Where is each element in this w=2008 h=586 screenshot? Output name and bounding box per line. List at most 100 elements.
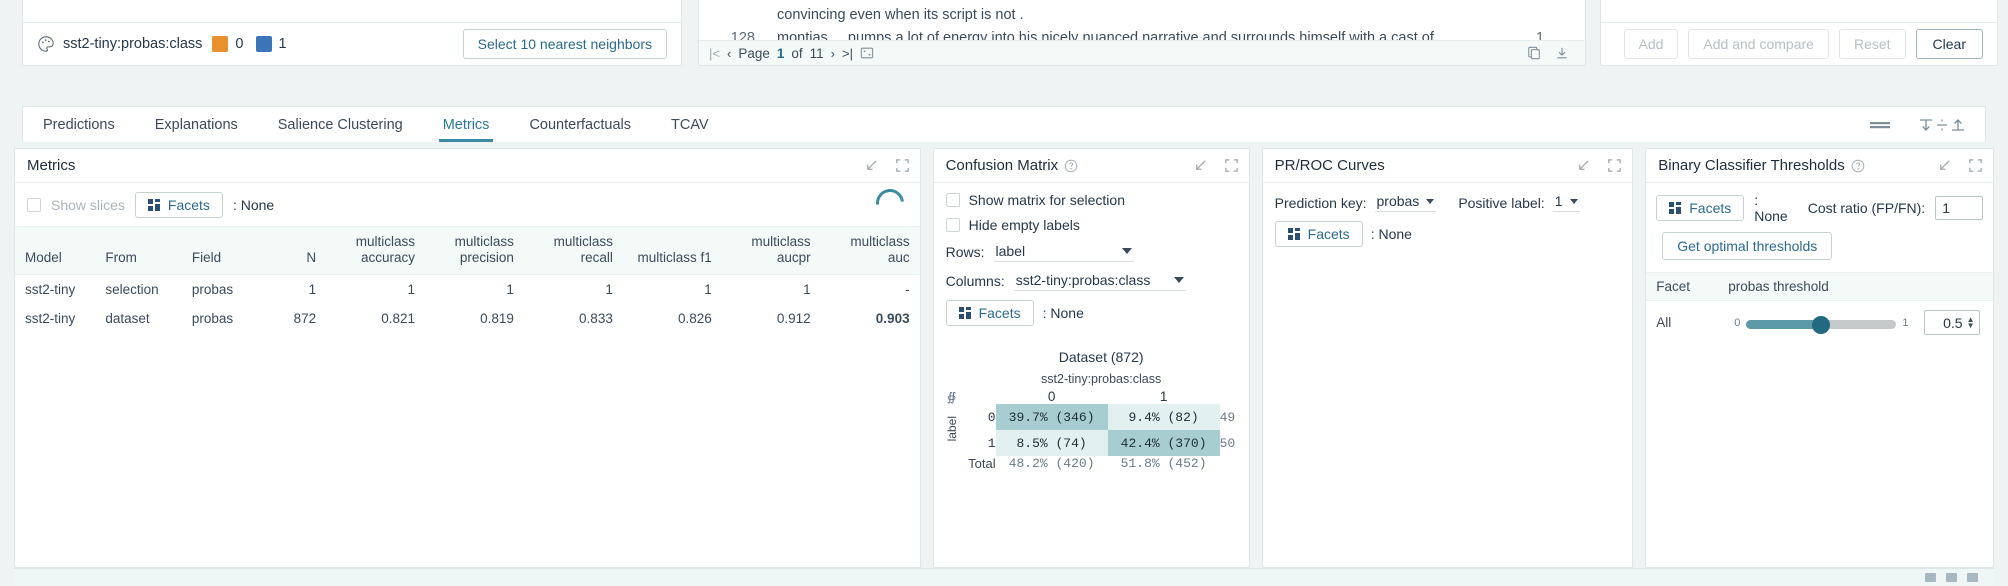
slider-thumb[interactable]: [1812, 316, 1830, 334]
tab-metrics[interactable]: Metrics: [423, 107, 510, 142]
cell-precision: 0.819: [425, 304, 524, 333]
matrix-corner: [962, 389, 996, 404]
facets-label: Facets: [979, 305, 1021, 321]
metrics-toolbar: Show slices Facets : None: [15, 183, 920, 226]
matrix-row-total-0: 49: [1220, 404, 1236, 430]
fullscreen-icon[interactable]: [1607, 158, 1622, 173]
action-button-bar: Add Add and compare Reset Clear: [1601, 22, 1997, 65]
tab-salience-clustering[interactable]: Salience Clustering: [258, 107, 423, 142]
facets-icon: [1288, 228, 1301, 241]
show-matrix-for-selection-label: Show matrix for selection: [969, 192, 1125, 208]
footer-icon-3[interactable]: [1967, 573, 1978, 582]
tab-label: Explanations: [155, 117, 238, 133]
tab-label: Counterfactuals: [529, 117, 631, 133]
cell-n: 1: [262, 275, 326, 305]
rows-select[interactable]: label: [994, 242, 1134, 262]
copy-icon[interactable]: [1527, 46, 1541, 60]
help-icon[interactable]: [1064, 159, 1078, 173]
fullscreen-icon[interactable]: [1224, 158, 1239, 173]
select-nearest-neighbors-button[interactable]: Select 10 nearest neighbors: [463, 29, 667, 59]
last-page-button[interactable]: >|: [842, 46, 853, 61]
collapse-arrow-icon[interactable]: [1576, 158, 1591, 173]
confusion-controls: Show matrix for selection Hide empty lab…: [934, 183, 1249, 339]
cell-accuracy: 1: [326, 275, 425, 305]
confusion-facets-button[interactable]: Facets: [946, 300, 1034, 326]
matrix-cell-0-1[interactable]: 9.4% (82): [1108, 404, 1220, 430]
probas-threshold-slider[interactable]: [1746, 318, 1896, 328]
clear-button[interactable]: Clear: [1916, 29, 1983, 59]
get-optimal-thresholds-button[interactable]: Get optimal thresholds: [1662, 232, 1832, 260]
col-multiclass-auc[interactable]: multiclass auc: [821, 227, 920, 275]
sort-icon: ∯: [947, 390, 956, 404]
table-row[interactable]: convincing even when its script is not .: [699, 4, 1585, 27]
module-tab-bar: Predictions Explanations Salience Cluste…: [22, 106, 1986, 142]
matrix-cell-1-0[interactable]: 8.5% (74): [996, 430, 1108, 456]
example-text: moody , heartbreaking , and filmed in a …: [777, 0, 1505, 2]
prediction-key-select[interactable]: probas: [1375, 193, 1437, 212]
matrix-cell-0-0[interactable]: 39.7% (346): [996, 404, 1108, 430]
col-from[interactable]: From: [95, 227, 182, 275]
threshold-facet-name: All: [1656, 315, 1728, 330]
metrics-facets-button[interactable]: Facets: [135, 192, 223, 218]
sort-toggle[interactable]: ∯: [942, 389, 962, 404]
stepper-down-icon[interactable]: ▼: [1967, 323, 1975, 329]
add-and-compare-button[interactable]: Add and compare: [1688, 29, 1829, 59]
cell-auc: -: [821, 275, 920, 305]
binary-thresholds-panel: Binary Classifier Thresholds: [1645, 148, 1994, 568]
fullscreen-icon[interactable]: [1968, 158, 1983, 173]
tab-counterfactuals[interactable]: Counterfactuals: [509, 107, 651, 142]
cell-pct: 8.5%: [1016, 436, 1047, 451]
columns-select[interactable]: sst2-tiny:probas:class: [1014, 271, 1186, 291]
expand-collapse-icon[interactable]: [1917, 117, 1965, 133]
next-page-button[interactable]: ›: [831, 46, 835, 61]
col-multiclass-accuracy[interactable]: multiclass accuracy: [326, 227, 425, 275]
threshold-value-stepper[interactable]: 0.5 ▲ ▼: [1924, 310, 1980, 335]
tab-explanations[interactable]: Explanations: [135, 107, 258, 142]
help-icon[interactable]: [1851, 159, 1865, 173]
positive-label-select[interactable]: 1: [1553, 193, 1580, 212]
col-field[interactable]: Field: [182, 227, 262, 275]
collapse-arrow-icon[interactable]: [1937, 158, 1952, 173]
add-button[interactable]: Add: [1624, 29, 1679, 59]
collapse-arrow-icon[interactable]: [1193, 158, 1208, 173]
cell-count: (370): [1168, 436, 1207, 451]
collapse-arrow-icon[interactable]: [864, 158, 879, 173]
thresholds-facets-button[interactable]: Facets: [1656, 195, 1744, 221]
cell-count: (346): [1056, 410, 1095, 425]
table-row[interactable]: sst2-tiny dataset probas 872 0.821 0.819…: [15, 304, 920, 333]
tab-tcav[interactable]: TCAV: [651, 107, 729, 142]
col-multiclass-recall[interactable]: multiclass recall: [524, 227, 623, 275]
cost-ratio-input[interactable]: 1: [1935, 196, 1983, 220]
fullscreen-icon[interactable]: [895, 158, 910, 173]
show-matrix-for-selection-checkbox[interactable]: [946, 193, 960, 207]
first-page-button[interactable]: |<: [709, 46, 720, 61]
col-multiclass-aucpr[interactable]: multiclass aucpr: [722, 227, 821, 275]
footer-icon-2[interactable]: [1946, 573, 1957, 582]
prev-page-button[interactable]: ‹: [727, 46, 731, 61]
show-selection-row: Show matrix for selection: [946, 192, 1237, 208]
footer-icon-1[interactable]: [1925, 573, 1936, 582]
col-facet: Facet: [1656, 279, 1728, 294]
module-panel-row: Metrics Show slices: [14, 148, 1994, 568]
col-multiclass-f1[interactable]: multiclass f1: [623, 227, 722, 275]
table-row[interactable]: moody , heartbreaking , and filmed in a …: [699, 0, 1585, 4]
cell-f1: 0.826: [623, 304, 722, 333]
stepper-arrows-icon[interactable]: ▲ ▼: [1967, 317, 1975, 329]
reset-button[interactable]: Reset: [1839, 29, 1906, 59]
matrix-grand-total: [1220, 456, 1236, 471]
equal-layout-icon[interactable]: [1869, 118, 1891, 132]
table-row: label 0 39.7% (346) 9.4% (82) 49: [942, 404, 1236, 430]
col-model[interactable]: Model: [15, 227, 95, 275]
total-pages: 11: [810, 46, 824, 61]
download-icon[interactable]: [1555, 46, 1569, 60]
shuffle-icon[interactable]: [860, 46, 874, 60]
cell-n: 872: [262, 304, 326, 333]
show-slices-checkbox[interactable]: [27, 198, 41, 212]
tab-predictions[interactable]: Predictions: [23, 107, 135, 142]
table-row[interactable]: sst2-tiny selection probas 1 1 1 1 1 1 -: [15, 275, 920, 305]
col-multiclass-precision[interactable]: multiclass precision: [425, 227, 524, 275]
prroc-facets-button[interactable]: Facets: [1275, 221, 1363, 247]
col-n[interactable]: N: [262, 227, 326, 275]
matrix-cell-1-1[interactable]: 42.4% (370): [1108, 430, 1220, 456]
hide-empty-labels-checkbox[interactable]: [946, 218, 960, 232]
